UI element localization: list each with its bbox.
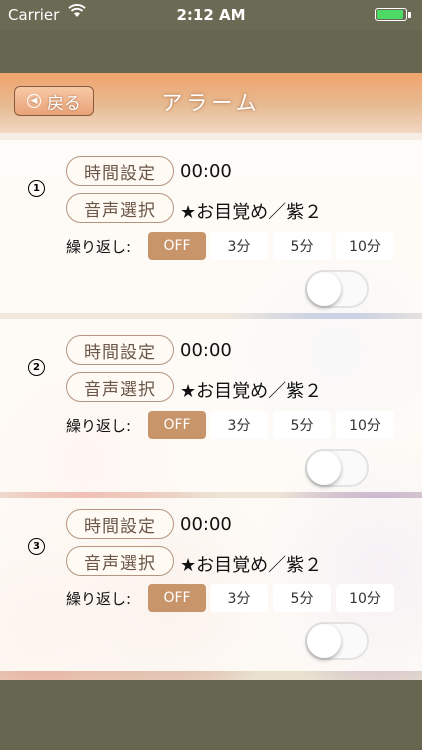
alarm-number-badge: 2 [28,359,45,376]
status-time: 2:12 AM [176,6,246,24]
time-setting-button[interactable]: 時間設定 [66,156,174,186]
status-bar: Carrier 2:12 AM [0,0,422,30]
repeat-option-10min[interactable]: 10分 [336,584,394,612]
toggle-knob [307,272,341,306]
repeat-label: 繰り返し: [66,590,132,608]
toggle-knob [307,451,341,485]
nav-bar: ◀ 戻る アラーム [0,73,422,133]
alarm-enable-toggle[interactable] [305,449,369,487]
repeat-label: 繰り返し: [66,238,132,256]
sound-select-button[interactable]: 音声選択 [66,546,174,576]
repeat-option-10min[interactable]: 10分 [336,411,394,439]
repeat-option-3min[interactable]: 3分 [210,232,268,260]
repeat-option-off[interactable]: OFF [148,411,206,439]
alarm-time-value: 00:00 [180,514,232,535]
alarm-number-badge: 3 [28,538,45,555]
repeat-label: 繰り返し: [66,417,132,435]
alarm-sound-value: ★お目覚め／紫２ [180,381,323,402]
sound-select-button[interactable]: 音声選択 [66,372,174,402]
repeat-option-3min[interactable]: 3分 [210,584,268,612]
repeat-option-off[interactable]: OFF [148,232,206,260]
repeat-option-3min[interactable]: 3分 [210,411,268,439]
top-frame [0,30,422,73]
page-title: アラーム [161,91,261,115]
repeat-option-5min[interactable]: 5分 [273,232,331,260]
alarm-enable-toggle[interactable] [305,622,369,660]
alarm-enable-toggle[interactable] [305,270,369,308]
sound-select-button[interactable]: 音声選択 [66,193,174,223]
repeat-option-5min[interactable]: 5分 [273,584,331,612]
repeat-option-10min[interactable]: 10分 [336,232,394,260]
alarm-number-badge: 1 [28,180,45,197]
repeat-option-5min[interactable]: 5分 [273,411,331,439]
alarm-list: 1 時間設定 00:00 音声選択 ★お目覚め／紫２ 繰り返し: OFF 3分 … [0,133,422,680]
repeat-option-off[interactable]: OFF [148,584,206,612]
alarm-sound-value: ★お目覚め／紫２ [180,202,323,223]
alarm-sound-value: ★お目覚め／紫２ [180,555,323,576]
alarm-time-value: 00:00 [180,161,232,182]
time-setting-button[interactable]: 時間設定 [66,509,174,539]
alarm-card-3: 3 時間設定 00:00 音声選択 ★お目覚め／紫２ 繰り返し: OFF 3分 … [0,498,422,671]
alarm-card-1: 1 時間設定 00:00 音声選択 ★お目覚め／紫２ 繰り返し: OFF 3分 … [0,140,422,313]
battery-icon [375,8,413,23]
bottom-frame [0,680,422,750]
alarm-card-2: 2 時間設定 00:00 音声選択 ★お目覚め／紫２ 繰り返し: OFF 3分 … [0,319,422,492]
time-setting-button[interactable]: 時間設定 [66,335,174,365]
toggle-knob [307,624,341,658]
alarm-time-value: 00:00 [180,340,232,361]
